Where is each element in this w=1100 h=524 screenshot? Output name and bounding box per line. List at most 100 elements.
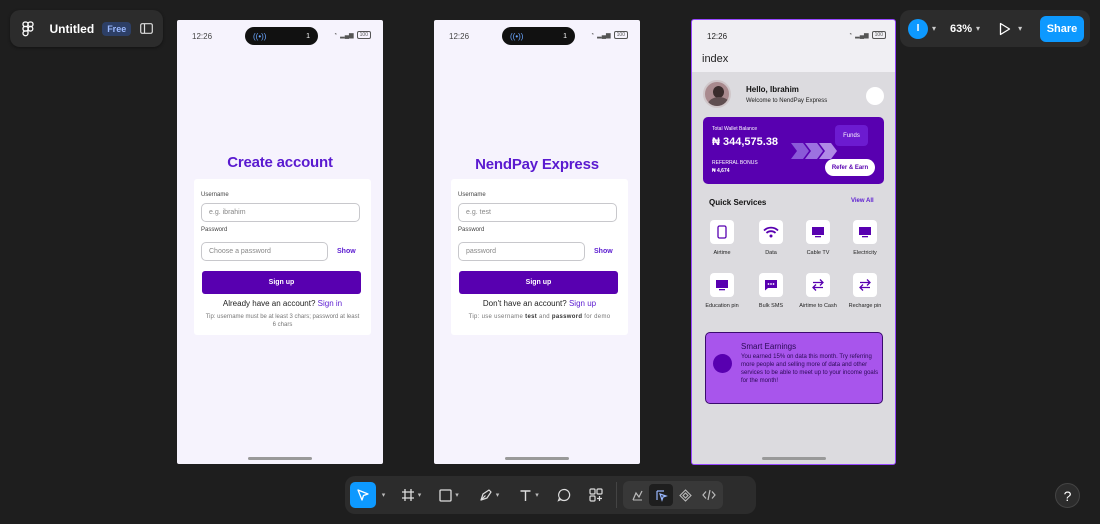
chevron-down-icon[interactable]: ▾ [976, 24, 980, 33]
wallet-label: Total Wallet Balance [712, 126, 758, 132]
dashboard-body: Hello, Ibrahim Welcome to NendPay Expres… [692, 72, 895, 464]
service-label: Data [765, 250, 777, 256]
help-button[interactable]: ? [1055, 483, 1080, 508]
status-time: 12:26 [707, 32, 728, 41]
sidebar-toggle-icon[interactable] [139, 21, 153, 37]
share-button[interactable]: Share [1040, 15, 1084, 42]
service-recharge-pin[interactable]: Recharge pin [845, 273, 885, 310]
question-mark-icon: ? [1063, 487, 1072, 504]
frame-create-account[interactable]: 12:26 ((•)) 1 ◔ ▂▄▆ 100 Create account U… [177, 20, 383, 464]
mode-switcher [623, 481, 723, 509]
home-indicator [505, 457, 569, 460]
password-label: Password [458, 227, 485, 233]
referral-value: ₦ 4,674 [712, 168, 730, 174]
tip-text: Tip: use username test and password for … [461, 313, 618, 321]
comment-tool[interactable] [552, 482, 576, 508]
service-airtime[interactable]: Airtime [702, 220, 742, 257]
battery-icon: 100 [613, 31, 628, 39]
chevron-down-icon[interactable]: ▾ [376, 482, 388, 508]
service-cable-tv[interactable]: Cable TV [798, 220, 838, 257]
service-label: Electricity [853, 250, 877, 256]
dev-mode-icon[interactable] [697, 484, 721, 506]
actions-tool[interactable] [584, 482, 608, 508]
text-icon [520, 489, 531, 501]
user-avatar[interactable]: I [908, 18, 928, 39]
header-actions: I ▾ 63% ▾ ▾ Share [900, 10, 1090, 47]
service-data[interactable]: Data [751, 220, 791, 257]
island-count: 1 [563, 32, 567, 40]
rectangle-icon [439, 488, 452, 502]
password-input[interactable]: password [458, 242, 585, 261]
password-input[interactable]: Choose a password [201, 242, 328, 261]
greeting: Hello, Ibrahim [746, 85, 799, 94]
tv-icon [853, 220, 877, 244]
smart-earnings-card[interactable]: Smart Earnings You earned 15% on data th… [705, 332, 883, 404]
dashboard-header: 12:26 ◔ ▂▄▆ 100 index [692, 20, 895, 72]
tip-mid: and [539, 314, 550, 320]
username-input[interactable]: e.g. ibrahim [201, 203, 360, 222]
draw-mode-icon[interactable] [625, 484, 649, 506]
frame-login[interactable]: 12:26 ((•)) 1 ◔ ▂▄▆ 100 NendPay Express … [434, 20, 640, 464]
route-title: index [702, 53, 729, 65]
signup-link[interactable]: Sign up [569, 299, 596, 308]
view-all-link[interactable]: View All [851, 198, 874, 204]
service-bulk-sms[interactable]: Bulk SMS [751, 273, 791, 310]
signal-icon: ▂▄▆ [340, 32, 354, 39]
signal-icon: ▂▄▆ [597, 32, 611, 39]
pen-icon [480, 489, 492, 501]
smart-earnings-title: Smart Earnings [741, 342, 797, 351]
file-name[interactable]: Untitled [50, 22, 95, 36]
phone-icon [710, 220, 734, 244]
cursor-icon [357, 489, 369, 501]
service-education-pin[interactable]: Education pin [702, 273, 742, 310]
signup-prompt-text: Don't have an account? [482, 299, 567, 308]
service-airtime-to-cash[interactable]: Airtime to Cash [798, 273, 838, 310]
alarm-icon: ◔ [333, 32, 338, 38]
signup-button[interactable]: Sign up [459, 271, 618, 294]
status-icons: ◔ ▂▄▆ 100 [334, 31, 371, 39]
battery-icon: 100 [356, 31, 371, 39]
show-password-toggle[interactable]: Show [337, 248, 356, 255]
island-count: 1 [306, 32, 310, 40]
tip-username: test [525, 314, 538, 320]
shape-tool[interactable]: ▾ [434, 482, 464, 508]
service-electricity[interactable]: Electricity [845, 220, 885, 257]
login-form-card: Username e.g. test Password password Sho… [451, 179, 628, 335]
username-label: Username [201, 192, 229, 198]
username-input[interactable]: e.g. test [458, 203, 617, 222]
design-mode-icon[interactable] [649, 484, 673, 506]
swap-icon [853, 273, 877, 297]
signup-form-card: Username e.g. ibrahim Password Choose a … [194, 179, 371, 335]
zoom-level[interactable]: 63% [950, 23, 972, 35]
service-label: Airtime [713, 250, 731, 256]
prototype-mode-icon[interactable] [673, 484, 697, 506]
referral-label: REFERRAL BONUS [712, 160, 758, 166]
home-indicator [248, 457, 312, 460]
signup-button[interactable]: Sign up [202, 271, 361, 294]
wallet-balance: ₦ 344,575.38 [712, 136, 779, 148]
chevron-down-icon[interactable]: ▾ [932, 24, 936, 33]
present-play-icon[interactable] [996, 20, 1014, 38]
service-label: Recharge pin [848, 303, 882, 309]
notification-button[interactable] [866, 87, 884, 105]
avatar[interactable] [703, 80, 731, 108]
broadcast-icon: ((•)) [253, 31, 267, 41]
bottom-toolbar: ▾ ▾ ▾ ▾ ▾ [345, 476, 756, 514]
move-tool[interactable] [350, 482, 376, 508]
dynamic-island: ((•)) 1 [245, 27, 318, 45]
broadcast-icon: ((•)) [510, 31, 524, 41]
text-tool[interactable]: ▾ [514, 482, 544, 508]
screen-title: Create account [227, 154, 333, 171]
chevron-down-icon[interactable]: ▾ [1018, 24, 1022, 33]
tip-suffix: for demo [584, 314, 611, 320]
tv-icon [806, 220, 830, 244]
frame-dashboard[interactable]: 12:26 ◔ ▂▄▆ 100 index Hello, Ibrahim Wel… [691, 19, 896, 465]
signin-link[interactable]: Sign in [318, 299, 342, 308]
show-password-toggle[interactable]: Show [594, 248, 613, 255]
signin-prompt-text: Already have an account? [222, 299, 316, 308]
refer-earn-button[interactable]: Refer & Earn [825, 159, 875, 176]
figma-menu-icon[interactable] [20, 20, 36, 38]
password-label: Password [201, 227, 228, 233]
frame-tool[interactable]: ▾ [396, 482, 426, 508]
pen-tool[interactable]: ▾ [474, 482, 504, 508]
